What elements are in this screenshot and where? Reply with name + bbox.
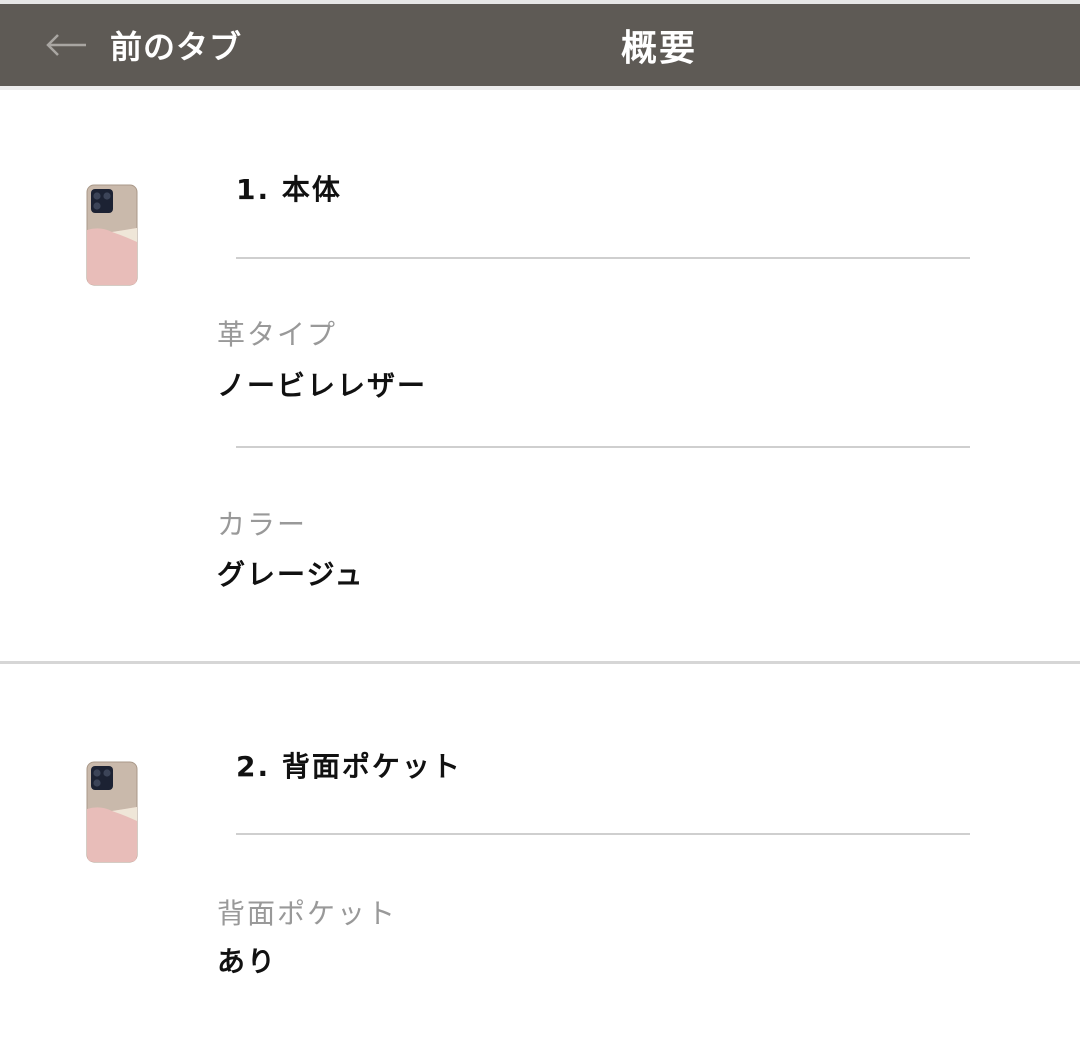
rule <box>236 833 970 835</box>
field-value: ノービレレザー <box>217 369 428 402</box>
field-label: 背面ポケット <box>217 897 398 930</box>
section-title: 2. 背面ポケット <box>236 750 462 783</box>
rule <box>236 257 970 259</box>
rule <box>236 446 970 448</box>
phone-case-thumbnail <box>86 761 138 863</box>
page-title: 概要 <box>621 28 698 69</box>
field-value: あり <box>217 945 278 978</box>
back-button-label: 前のタブ <box>110 28 243 66</box>
section-title: 1. 本体 <box>236 173 342 206</box>
header-shadow <box>0 86 1080 90</box>
back-button[interactable]: 前のタブ <box>44 4 242 86</box>
field-value: グレージュ <box>217 558 365 591</box>
back-arrow-icon <box>46 34 86 56</box>
section-divider <box>0 661 1080 664</box>
header-bar: 前のタブ 概要 <box>0 4 1080 86</box>
field-label: 革タイプ <box>217 318 338 351</box>
field-label: カラー <box>217 508 308 541</box>
phone-case-thumbnail <box>86 184 138 286</box>
